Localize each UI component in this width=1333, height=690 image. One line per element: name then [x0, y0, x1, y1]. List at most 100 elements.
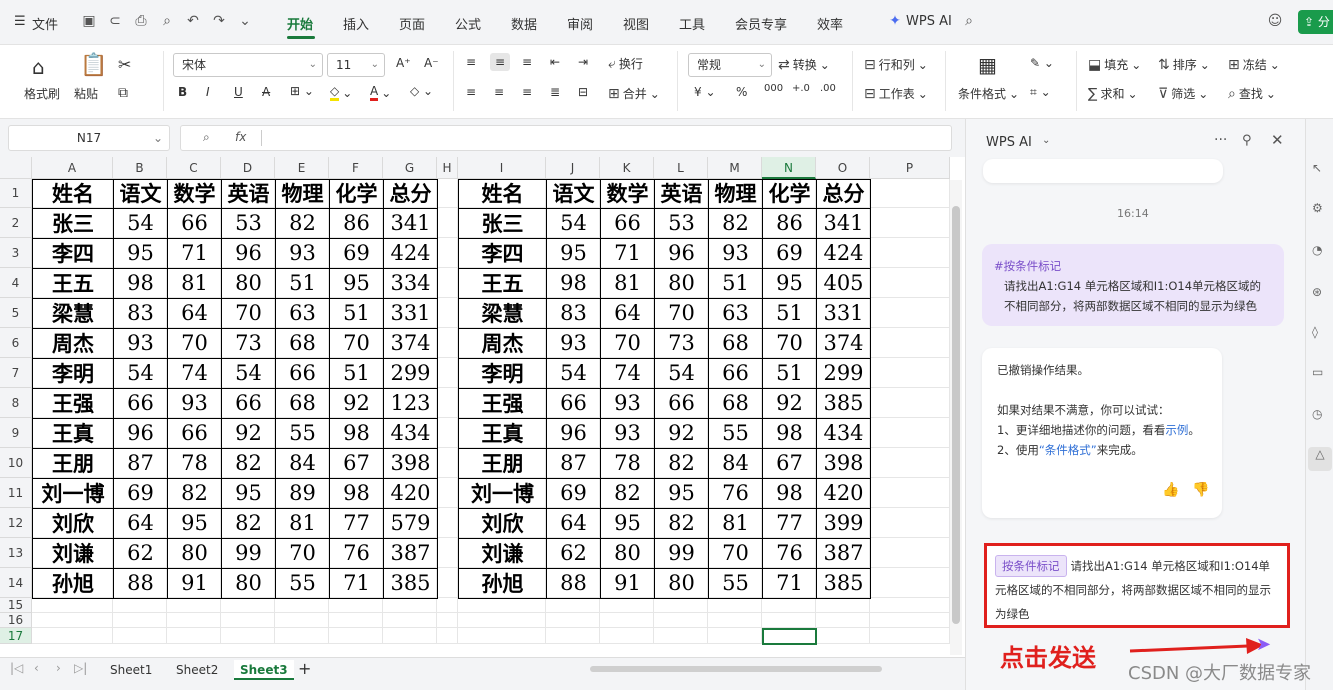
right-table-cell[interactable]: 刘一博: [458, 478, 547, 509]
wrap-button[interactable]: ⤶ 换行: [608, 55, 643, 72]
column-header-N[interactable]: N: [762, 157, 816, 179]
tab-4[interactable]: 数据: [511, 14, 537, 33]
undo-icon[interactable]: ↶: [184, 12, 202, 30]
row-header-15[interactable]: 15: [0, 598, 32, 613]
right-table-cell[interactable]: 86: [762, 208, 817, 239]
align-left-icon[interactable]: ≡: [466, 85, 476, 99]
underline-icon[interactable]: U: [234, 85, 243, 99]
right-table-cell[interactable]: 66: [600, 208, 655, 239]
left-table-cell[interactable]: 66: [167, 208, 222, 239]
left-table-cell[interactable]: 96: [221, 238, 276, 269]
right-table-cell[interactable]: 81: [600, 268, 655, 299]
clear-icon[interactable]: ◇ ⌄: [410, 84, 433, 98]
format-painter-button[interactable]: 格式刷: [24, 85, 60, 102]
right-table-cell[interactable]: 387: [816, 538, 871, 569]
left-table-cell[interactable]: 71: [167, 238, 222, 269]
link-icon[interactable]: ⊂: [106, 12, 124, 30]
cell-style-icon[interactable]: ✎ ⌄: [1030, 56, 1054, 70]
left-table-cell[interactable]: 语文: [113, 179, 168, 209]
left-table-cell[interactable]: 王强: [32, 388, 114, 419]
right-table-cell[interactable]: 70: [654, 298, 709, 329]
print-icon[interactable]: ⎙: [132, 12, 150, 30]
convert-button[interactable]: ⇄ 转换 ⌄: [778, 56, 830, 73]
align-middle-icon[interactable]: ≡: [490, 53, 511, 71]
right-table-cell[interactable]: 420: [816, 478, 871, 509]
left-table-cell[interactable]: 83: [113, 298, 168, 329]
align-right-icon[interactable]: ≡: [522, 85, 532, 99]
zoom-icon[interactable]: ⌕: [203, 130, 210, 145]
row-header-5[interactable]: 5: [0, 298, 32, 328]
right-table-cell[interactable]: 53: [654, 208, 709, 239]
left-table-cell[interactable]: 81: [275, 508, 330, 539]
left-table-cell[interactable]: 434: [383, 418, 438, 449]
right-table-cell[interactable]: 55: [708, 418, 763, 449]
left-table-cell[interactable]: 62: [113, 538, 168, 569]
left-table-cell[interactable]: 54: [221, 358, 276, 389]
thumbs-up-icon[interactable]: 👍: [1162, 480, 1179, 500]
left-table-cell[interactable]: 66: [221, 388, 276, 419]
number-format-select[interactable]: 常规 ⌄: [688, 53, 772, 77]
column-header-O[interactable]: O: [816, 157, 870, 179]
tab-1[interactable]: 插入: [343, 14, 369, 33]
left-table-cell[interactable]: 99: [221, 538, 276, 569]
copy-icon[interactable]: ⧉: [118, 85, 128, 101]
left-table-cell[interactable]: 80: [221, 568, 276, 599]
font-grow-icon[interactable]: A⁺: [396, 56, 411, 70]
ai-panel-title[interactable]: WPS AI: [986, 135, 1032, 150]
right-table-cell[interactable]: 80: [600, 538, 655, 569]
right-table-cell[interactable]: 405: [816, 268, 871, 299]
last-sheet-icon[interactable]: ▷|: [74, 661, 87, 675]
row-header-8[interactable]: 8: [0, 388, 32, 418]
left-table-cell[interactable]: 66: [113, 388, 168, 419]
right-table-cell[interactable]: 374: [816, 328, 871, 359]
left-table-cell[interactable]: 70: [275, 538, 330, 569]
left-table-cell[interactable]: 化学: [329, 179, 384, 209]
left-table-cell[interactable]: 68: [275, 328, 330, 359]
input-tag-chip[interactable]: 按条件标记: [995, 555, 1067, 577]
right-table-cell[interactable]: 385: [816, 568, 871, 599]
next-sheet-icon[interactable]: ›: [56, 661, 61, 675]
sheet-tab-3[interactable]: Sheet3: [234, 660, 294, 680]
right-table-cell[interactable]: 英语: [654, 179, 709, 209]
redo-icon[interactable]: ↷: [210, 12, 228, 30]
left-table-cell[interactable]: 387: [383, 538, 438, 569]
right-table-cell[interactable]: 55: [708, 568, 763, 599]
comment-icon[interactable]: ☺: [1266, 12, 1284, 30]
right-table-cell[interactable]: 64: [546, 508, 601, 539]
left-table-cell[interactable]: 张三: [32, 208, 114, 239]
fill-button[interactable]: ⬓ 填充 ⌄: [1088, 56, 1141, 73]
bold-icon[interactable]: B: [178, 85, 187, 99]
left-table-cell[interactable]: 66: [167, 418, 222, 449]
right-table-cell[interactable]: 80: [654, 268, 709, 299]
right-table-cell[interactable]: 78: [600, 448, 655, 479]
left-table-cell[interactable]: 96: [113, 418, 168, 449]
left-table-cell[interactable]: 物理: [275, 179, 330, 209]
left-table-cell[interactable]: 李四: [32, 238, 114, 269]
right-table-cell[interactable]: 98: [546, 268, 601, 299]
sheet-tab-2[interactable]: Sheet2: [176, 660, 218, 680]
row-header-17[interactable]: 17: [0, 628, 32, 644]
right-table-cell[interactable]: 69: [546, 478, 601, 509]
right-table-cell[interactable]: 姓名: [458, 179, 547, 209]
row-header-10[interactable]: 10: [0, 448, 32, 478]
right-table-cell[interactable]: 331: [816, 298, 871, 329]
decimal-decrease-icon[interactable]: .00: [820, 83, 836, 94]
sum-button[interactable]: ∑ 求和 ⌄: [1088, 85, 1138, 102]
select-all-corner[interactable]: [0, 157, 32, 179]
right-table-cell[interactable]: 51: [762, 358, 817, 389]
hamburger-icon[interactable]: ☰: [14, 14, 26, 29]
left-table-cell[interactable]: 51: [329, 358, 384, 389]
right-table-cell[interactable]: 80: [654, 568, 709, 599]
left-table-cell[interactable]: 70: [167, 328, 222, 359]
right-table-cell[interactable]: 李明: [458, 358, 547, 389]
column-header-A[interactable]: A: [32, 157, 113, 179]
left-table-cell[interactable]: 梁慧: [32, 298, 114, 329]
right-table-cell[interactable]: 76: [708, 478, 763, 509]
column-header-H[interactable]: H: [437, 157, 458, 179]
right-table-cell[interactable]: 341: [816, 208, 871, 239]
left-table-cell[interactable]: 55: [275, 568, 330, 599]
right-table-cell[interactable]: 92: [762, 388, 817, 419]
sheet-tab-1[interactable]: Sheet1: [110, 660, 152, 680]
right-table-cell[interactable]: 71: [600, 238, 655, 269]
right-table-cell[interactable]: 98: [762, 478, 817, 509]
